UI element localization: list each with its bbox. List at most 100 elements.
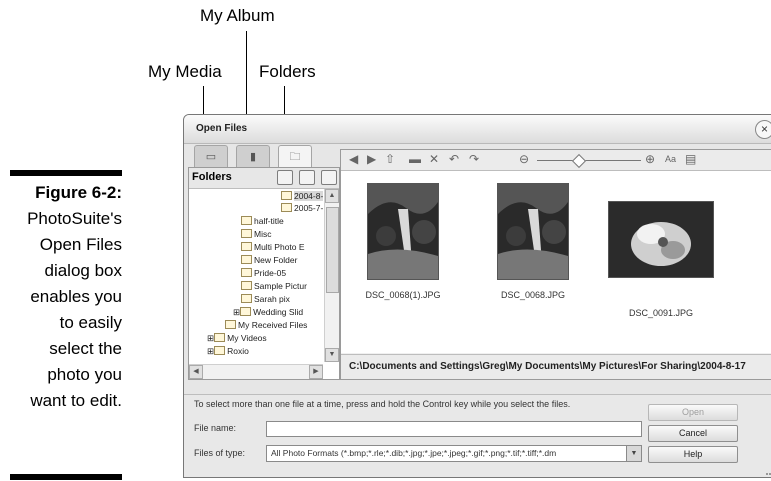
tree-item[interactable]: My Received Files: [225, 320, 307, 331]
thumbnail-pane: ◀ ▶ ⇧ ▬ ✕ ↶ ↷ ⊖ ⊕ Aa ▤ DSC_0068(1).JPG D…: [340, 149, 771, 380]
folder-icon: [241, 242, 252, 251]
photo-thumbnail: [367, 183, 439, 280]
open-button[interactable]: Open: [648, 404, 738, 421]
tree-item[interactable]: ⊞ Roxio: [207, 346, 249, 357]
figure-caption: Figure 6-2: PhotoSuite's Open Files dial…: [0, 180, 122, 414]
caption-line: PhotoSuite's: [27, 209, 122, 228]
scroll-down-icon[interactable]: ▼: [325, 348, 339, 362]
thumbnail-filename: DSC_0091.JPG: [628, 308, 694, 318]
forward-icon[interactable]: ▶: [367, 152, 376, 167]
media-icon: ▭: [205, 151, 217, 163]
waterfall-photo-icon: [368, 184, 438, 279]
thumbnail-item[interactable]: DSC_0091.JPG: [603, 201, 719, 318]
details-icon[interactable]: ▤: [685, 152, 696, 167]
rotate-right-icon[interactable]: ↷: [469, 152, 479, 167]
photo-thumbnail: [497, 183, 569, 280]
current-path-bar: C:\Documents and Settings\Greg\My Docume…: [341, 354, 771, 379]
up-folder-icon[interactable]: ⇧: [385, 152, 395, 167]
view-icon[interactable]: ▬: [409, 152, 421, 167]
folder-tree-horizontal-scrollbar[interactable]: ◀ ▶: [189, 364, 323, 379]
caption-line: enables you: [30, 287, 122, 306]
back-icon[interactable]: ◀: [349, 152, 358, 167]
folder-icon: [225, 320, 236, 329]
thumbnail-filename: DSC_0068(1).JPG: [365, 290, 441, 300]
folder-icon: [241, 216, 252, 225]
photo-thumbnail: [608, 201, 714, 278]
folder-icon: [241, 281, 252, 290]
scroll-up-icon[interactable]: ▲: [325, 189, 339, 203]
refresh-folders-icon[interactable]: [321, 170, 337, 185]
file-controls: To select more than one file at a time, …: [184, 394, 771, 477]
scroll-right-icon[interactable]: ▶: [309, 365, 323, 379]
file-type-label: Files of type:: [194, 448, 246, 458]
thumbnail-item[interactable]: DSC_0068.JPG: [475, 183, 591, 300]
file-type-select[interactable]: All Photo Formats (*.bmp;*.rle;*.dib;*.j…: [266, 445, 642, 462]
folder-icon: [241, 255, 252, 264]
folders-title: Folders: [192, 171, 232, 183]
file-name-input[interactable]: [266, 421, 642, 437]
caption-top-rule: [10, 170, 122, 176]
rotate-left-icon[interactable]: ↶: [449, 152, 459, 167]
figure-number: Figure 6-2:: [35, 183, 122, 202]
callout-folders: Folders: [259, 62, 316, 81]
title-bar[interactable]: Open Files ×: [184, 115, 771, 144]
tab-folders[interactable]: 🗀: [278, 145, 312, 169]
thumbnail-filename: DSC_0068.JPG: [500, 290, 566, 300]
help-button[interactable]: Help: [648, 446, 738, 463]
waterfall-photo-icon: [498, 184, 568, 279]
tree-item[interactable]: Sarah pix: [241, 294, 290, 305]
thumbnail-item[interactable]: DSC_0068(1).JPG: [345, 183, 461, 300]
tree-item[interactable]: ⊞ Wedding Slid: [233, 307, 303, 318]
file-name-label: File name:: [194, 423, 237, 433]
new-folder-icon[interactable]: [277, 170, 293, 185]
multi-select-hint: To select more than one file at a time, …: [194, 399, 571, 409]
tree-item[interactable]: Multi Photo E: [241, 242, 305, 253]
folder-tree: 2004-8-1 2005-7-2 half-title Misc Multi …: [189, 189, 323, 362]
chevron-down-icon[interactable]: ▼: [626, 446, 641, 461]
folder-icon: [241, 229, 252, 238]
folder-icon: [214, 346, 226, 355]
folder-icon: [240, 307, 252, 316]
scrollbar-thumb[interactable]: [326, 207, 339, 293]
folders-pane: Folders 2004-8-1 2005-7-2 half-title Mis…: [188, 167, 340, 380]
caption-bottom-rule: [10, 474, 122, 480]
tree-item[interactable]: Sample Pictur: [241, 281, 307, 292]
tree-item[interactable]: Misc: [241, 229, 271, 240]
tree-item[interactable]: ⊞ My Videos: [207, 333, 267, 344]
zoom-slider-thumb[interactable]: [571, 153, 587, 169]
tree-item[interactable]: half-title: [241, 216, 284, 227]
font-size-icon[interactable]: Aa: [665, 152, 676, 167]
zoom-out-icon[interactable]: ⊖: [519, 152, 529, 167]
tab-my-media[interactable]: ▭: [194, 145, 228, 168]
tree-item[interactable]: Pride-05: [241, 268, 286, 279]
zoom-slider-track[interactable]: [537, 160, 641, 161]
folder-icon: 🗀: [289, 151, 301, 163]
caption-line: Open Files: [39, 235, 122, 254]
album-icon: ▮: [249, 151, 257, 163]
tree-item[interactable]: 2005-7-2: [281, 203, 323, 214]
tree-item[interactable]: New Folder: [241, 255, 297, 266]
caption-line: select the: [49, 339, 122, 358]
folder-options-icon[interactable]: [299, 170, 315, 185]
callout-my-media: My Media: [148, 62, 222, 81]
cancel-button[interactable]: Cancel: [648, 425, 738, 442]
delete-icon[interactable]: ✕: [429, 152, 439, 167]
close-button[interactable]: ×: [755, 120, 771, 139]
tab-my-album[interactable]: ▮: [236, 145, 270, 168]
folder-tree-vertical-scrollbar[interactable]: ▲ ▼: [324, 189, 339, 362]
caption-line: photo you: [47, 365, 122, 384]
thumbnail-toolbar: ◀ ▶ ⇧ ▬ ✕ ↶ ↷ ⊖ ⊕ Aa ▤: [341, 150, 771, 171]
thumbnail-grid: DSC_0068(1).JPG DSC_0068.JPG DSC_0091.JP…: [341, 171, 771, 353]
folder-icon: [281, 191, 292, 200]
zoom-in-icon[interactable]: ⊕: [645, 152, 655, 167]
folders-header: Folders: [189, 168, 339, 189]
current-path: C:\Documents and Settings\Greg\My Docume…: [349, 361, 746, 372]
folder-icon: [241, 268, 252, 277]
scroll-left-icon[interactable]: ◀: [189, 365, 203, 379]
caption-line: dialog box: [44, 261, 122, 280]
resize-grip[interactable]: [766, 463, 771, 475]
folder-icon: [281, 203, 292, 212]
tree-item[interactable]: 2004-8-1: [281, 191, 323, 202]
dialog-title: Open Files: [196, 123, 248, 134]
caption-line: want to edit.: [30, 391, 122, 410]
